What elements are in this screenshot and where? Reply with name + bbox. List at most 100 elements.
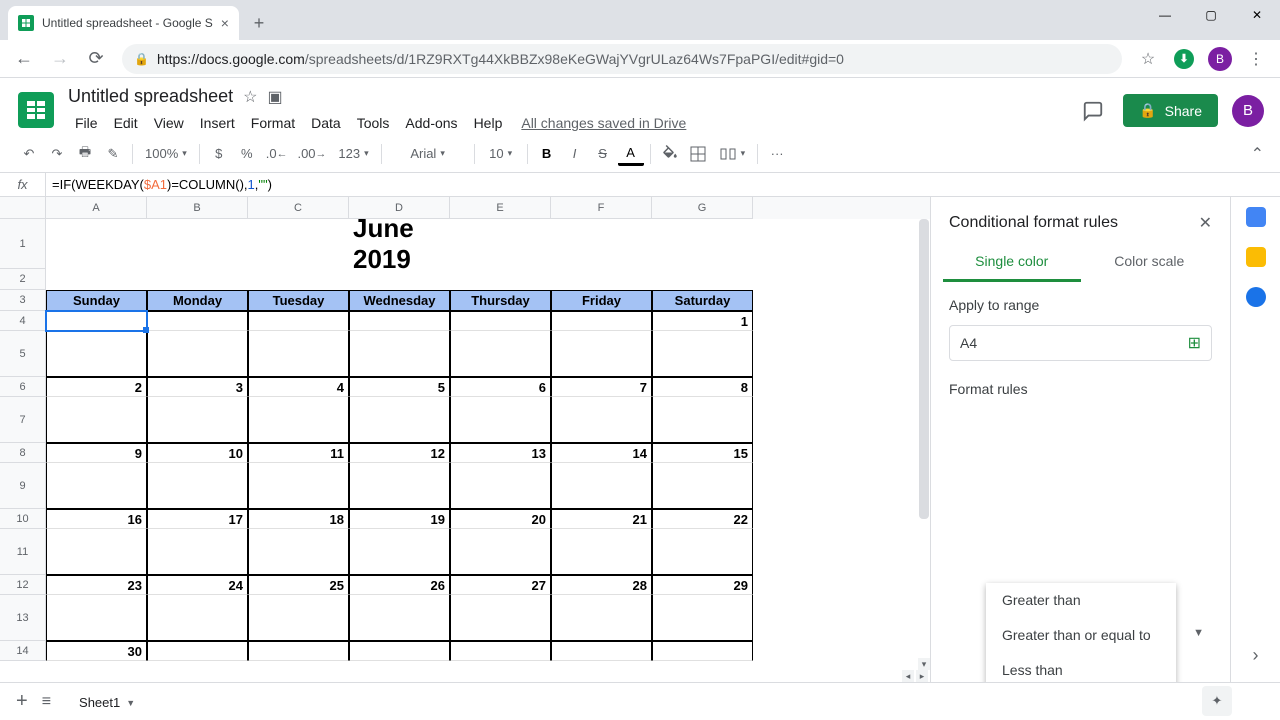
strikethrough-button[interactable]: S: [590, 141, 616, 167]
cell[interactable]: [248, 529, 349, 575]
move-folder-icon[interactable]: ▣: [267, 87, 282, 107]
text-color-button[interactable]: A: [618, 142, 644, 166]
cell[interactable]: 4: [248, 377, 349, 397]
row-header[interactable]: 7: [0, 397, 46, 443]
cell[interactable]: [349, 529, 450, 575]
col-header[interactable]: E: [450, 197, 551, 219]
cell[interactable]: 28: [551, 575, 652, 595]
row-header[interactable]: 13: [0, 595, 46, 641]
cell[interactable]: [248, 269, 349, 290]
sheet-tab[interactable]: Sheet1 ▼: [65, 687, 149, 716]
cell[interactable]: Monday: [147, 290, 248, 311]
cell[interactable]: [551, 311, 652, 331]
cell[interactable]: [652, 397, 753, 443]
cell[interactable]: 21: [551, 509, 652, 529]
cell[interactable]: [147, 595, 248, 641]
tab-single-color[interactable]: Single color: [943, 245, 1081, 282]
borders-button[interactable]: [685, 141, 711, 167]
new-tab-button[interactable]: +: [245, 9, 273, 37]
cell[interactable]: [248, 331, 349, 377]
cell[interactable]: 14: [551, 443, 652, 463]
row-header[interactable]: 8: [0, 443, 46, 463]
cell[interactable]: 13: [450, 443, 551, 463]
cell[interactable]: Wednesday: [349, 290, 450, 311]
cell[interactable]: 20: [450, 509, 551, 529]
star-icon[interactable]: ☆: [243, 87, 257, 107]
cell[interactable]: [147, 463, 248, 509]
chrome-menu-icon[interactable]: ⋮: [1240, 43, 1272, 75]
row-header[interactable]: 11: [0, 529, 46, 575]
minimize-button[interactable]: —: [1142, 0, 1188, 30]
menu-view[interactable]: View: [147, 111, 191, 135]
more-tools-button[interactable]: ···: [764, 141, 790, 167]
menu-edit[interactable]: Edit: [107, 111, 145, 135]
cell[interactable]: [147, 311, 248, 331]
increase-decimal-button[interactable]: .00→: [293, 141, 330, 167]
cell[interactable]: 2: [46, 377, 147, 397]
menu-format[interactable]: Format: [244, 111, 302, 135]
cell[interactable]: [551, 331, 652, 377]
vertical-scrollbar[interactable]: ▾: [918, 219, 930, 670]
cell[interactable]: [652, 269, 753, 290]
cell[interactable]: Thursday: [450, 290, 551, 311]
comments-button[interactable]: [1077, 95, 1109, 127]
profile-avatar[interactable]: B: [1204, 43, 1236, 75]
cell[interactable]: [551, 595, 652, 641]
undo-button[interactable]: ↶: [16, 141, 42, 167]
cell[interactable]: 26: [349, 575, 450, 595]
cell[interactable]: 30: [46, 641, 147, 661]
bookmark-star-icon[interactable]: ☆: [1132, 43, 1164, 75]
cell[interactable]: 27: [450, 575, 551, 595]
cell[interactable]: [46, 331, 147, 377]
cell[interactable]: [46, 269, 147, 290]
cell[interactable]: [652, 595, 753, 641]
grid-body[interactable]: 1June 201923SundayMondayTuesdayWednesday…: [0, 219, 930, 682]
row-header[interactable]: 3: [0, 290, 46, 311]
cell[interactable]: [652, 529, 753, 575]
zoom-select[interactable]: 100%: [139, 141, 193, 167]
cell[interactable]: [450, 397, 551, 443]
cell[interactable]: [551, 641, 652, 661]
row-header[interactable]: 5: [0, 331, 46, 377]
row-header[interactable]: 10: [0, 509, 46, 529]
cell[interactable]: [147, 219, 248, 269]
collapse-toolbar-icon[interactable]: ⌃: [1251, 144, 1264, 164]
forward-button[interactable]: →: [44, 43, 76, 75]
cell[interactable]: [450, 269, 551, 290]
bold-button[interactable]: B: [534, 141, 560, 167]
cell[interactable]: [551, 219, 652, 269]
cell[interactable]: [450, 641, 551, 661]
cell[interactable]: 24: [147, 575, 248, 595]
cell[interactable]: [551, 463, 652, 509]
share-button[interactable]: 🔒 Share: [1123, 94, 1218, 127]
calendar-addon-icon[interactable]: [1246, 207, 1266, 227]
number-format-select[interactable]: 123: [332, 141, 374, 167]
url-field[interactable]: 🔒 https://docs.google.com/spreadsheets/d…: [122, 44, 1122, 74]
cell[interactable]: [147, 331, 248, 377]
col-header[interactable]: C: [248, 197, 349, 219]
cell[interactable]: [248, 397, 349, 443]
cell[interactable]: 8: [652, 377, 753, 397]
back-button[interactable]: ←: [8, 43, 40, 75]
cell[interactable]: [551, 269, 652, 290]
add-sheet-button[interactable]: +: [16, 690, 28, 713]
maximize-button[interactable]: ▢: [1188, 0, 1234, 30]
tasks-addon-icon[interactable]: [1246, 287, 1266, 307]
tab-color-scale[interactable]: Color scale: [1081, 245, 1219, 282]
menu-insert[interactable]: Insert: [193, 111, 242, 135]
cell[interactable]: 29: [652, 575, 753, 595]
font-size-select[interactable]: 10: [481, 141, 521, 167]
cell[interactable]: Sunday: [46, 290, 147, 311]
reload-button[interactable]: ⟳: [80, 43, 112, 75]
cell[interactable]: 25: [248, 575, 349, 595]
cell[interactable]: 22: [652, 509, 753, 529]
cell[interactable]: [349, 595, 450, 641]
font-select[interactable]: Arial: [388, 141, 468, 167]
redo-button[interactable]: ↷: [44, 141, 70, 167]
row-header[interactable]: 9: [0, 463, 46, 509]
spreadsheet-grid[interactable]: A B C D E F G 1June 201923SundayMondayTu…: [0, 197, 930, 682]
row-header[interactable]: 1: [0, 219, 46, 269]
all-sheets-button[interactable]: ≡: [42, 693, 51, 711]
cell[interactable]: [652, 641, 753, 661]
print-button[interactable]: 🖶: [72, 141, 98, 167]
